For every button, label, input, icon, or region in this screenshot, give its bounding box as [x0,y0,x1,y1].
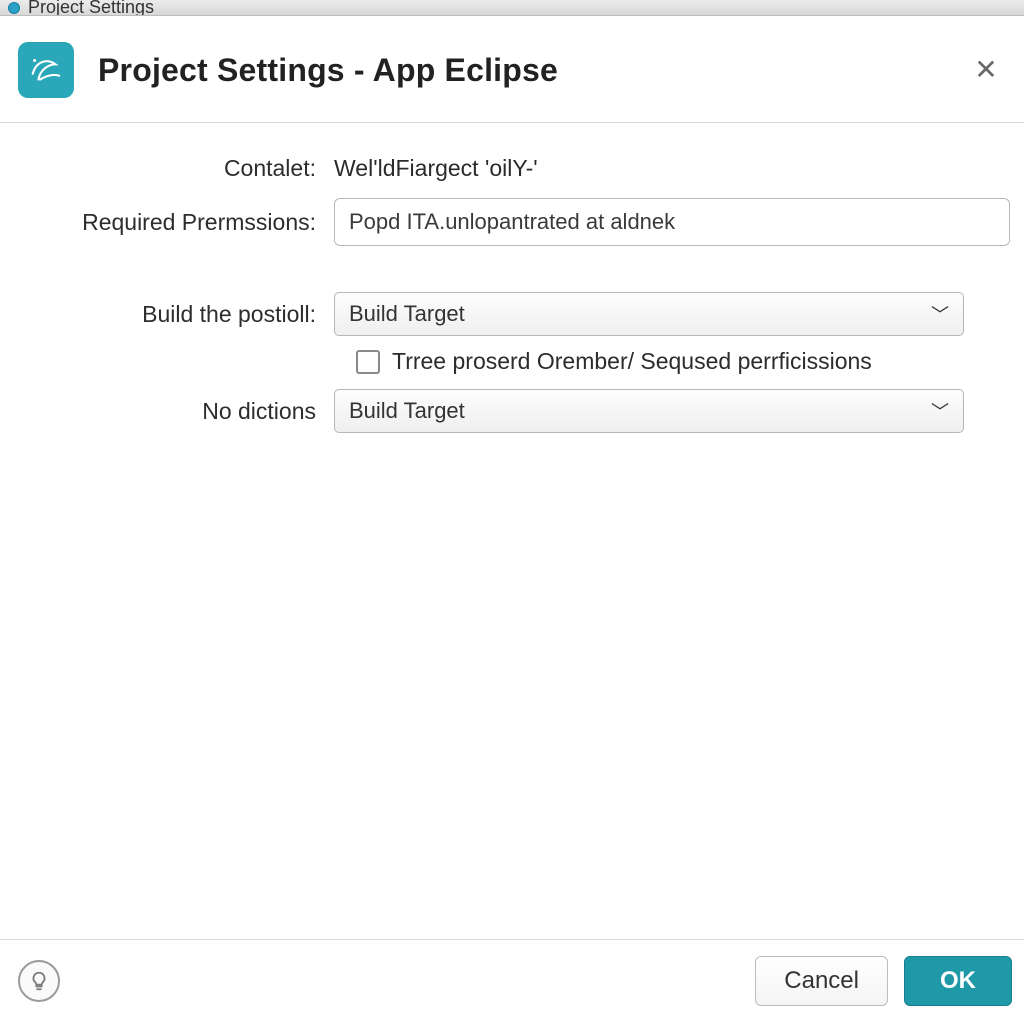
chevron-down-icon: ﹀ [931,398,949,424]
help-button[interactable] [18,960,60,1002]
window-title: Project Settings [28,0,154,16]
app-logo-icon [18,42,74,98]
contact-label: Contalet: [14,155,334,182]
row-permissions: Required Prermssions: [14,198,1010,246]
cancel-button[interactable]: Cancel [755,956,888,1006]
build-target-select-value: Build Target [349,301,465,327]
lightbulb-icon [28,970,50,992]
window-titlebar: Project Settings [0,0,1024,16]
form-area: Contalet: Wel'ldFiargect 'oilY-' Require… [0,123,1024,433]
nodict-select[interactable]: Build Target ﹀ [334,389,964,433]
row-contact: Contalet: Wel'ldFiargect 'oilY-' [14,151,1010,186]
row-checkbox: Trree proserd Orember/ Seqused perrficis… [14,348,1010,375]
titlebar-indicator-icon [8,2,20,14]
row-build-target: Build the postioll: Build Target ﹀ [14,292,1010,336]
close-icon: ✕ [974,56,997,84]
permissions-input[interactable] [334,198,1010,246]
ok-button[interactable]: OK [904,956,1012,1006]
chevron-down-icon: ﹀ [931,301,949,327]
checkbox-label: Trree proserd Orember/ Seqused perrficis… [392,348,872,375]
nodict-label: No dictions [14,398,334,425]
dialog-title: Project Settings - App Eclipse [98,52,558,89]
dialog-footer: Cancel OK [0,939,1024,1024]
dialog-header: Project Settings - App Eclipse ✕ [0,16,1024,123]
build-target-select[interactable]: Build Target ﹀ [334,292,964,336]
close-button[interactable]: ✕ [966,50,1006,90]
contact-value: Wel'ldFiargect 'oilY-' [334,151,538,186]
tree-proserd-checkbox[interactable] [356,350,380,374]
build-label: Build the postioll: [14,301,334,328]
row-no-dictions: No dictions Build Target ﹀ [14,389,1010,433]
permissions-label: Required Prermssions: [14,209,334,236]
nodict-select-value: Build Target [349,398,465,424]
